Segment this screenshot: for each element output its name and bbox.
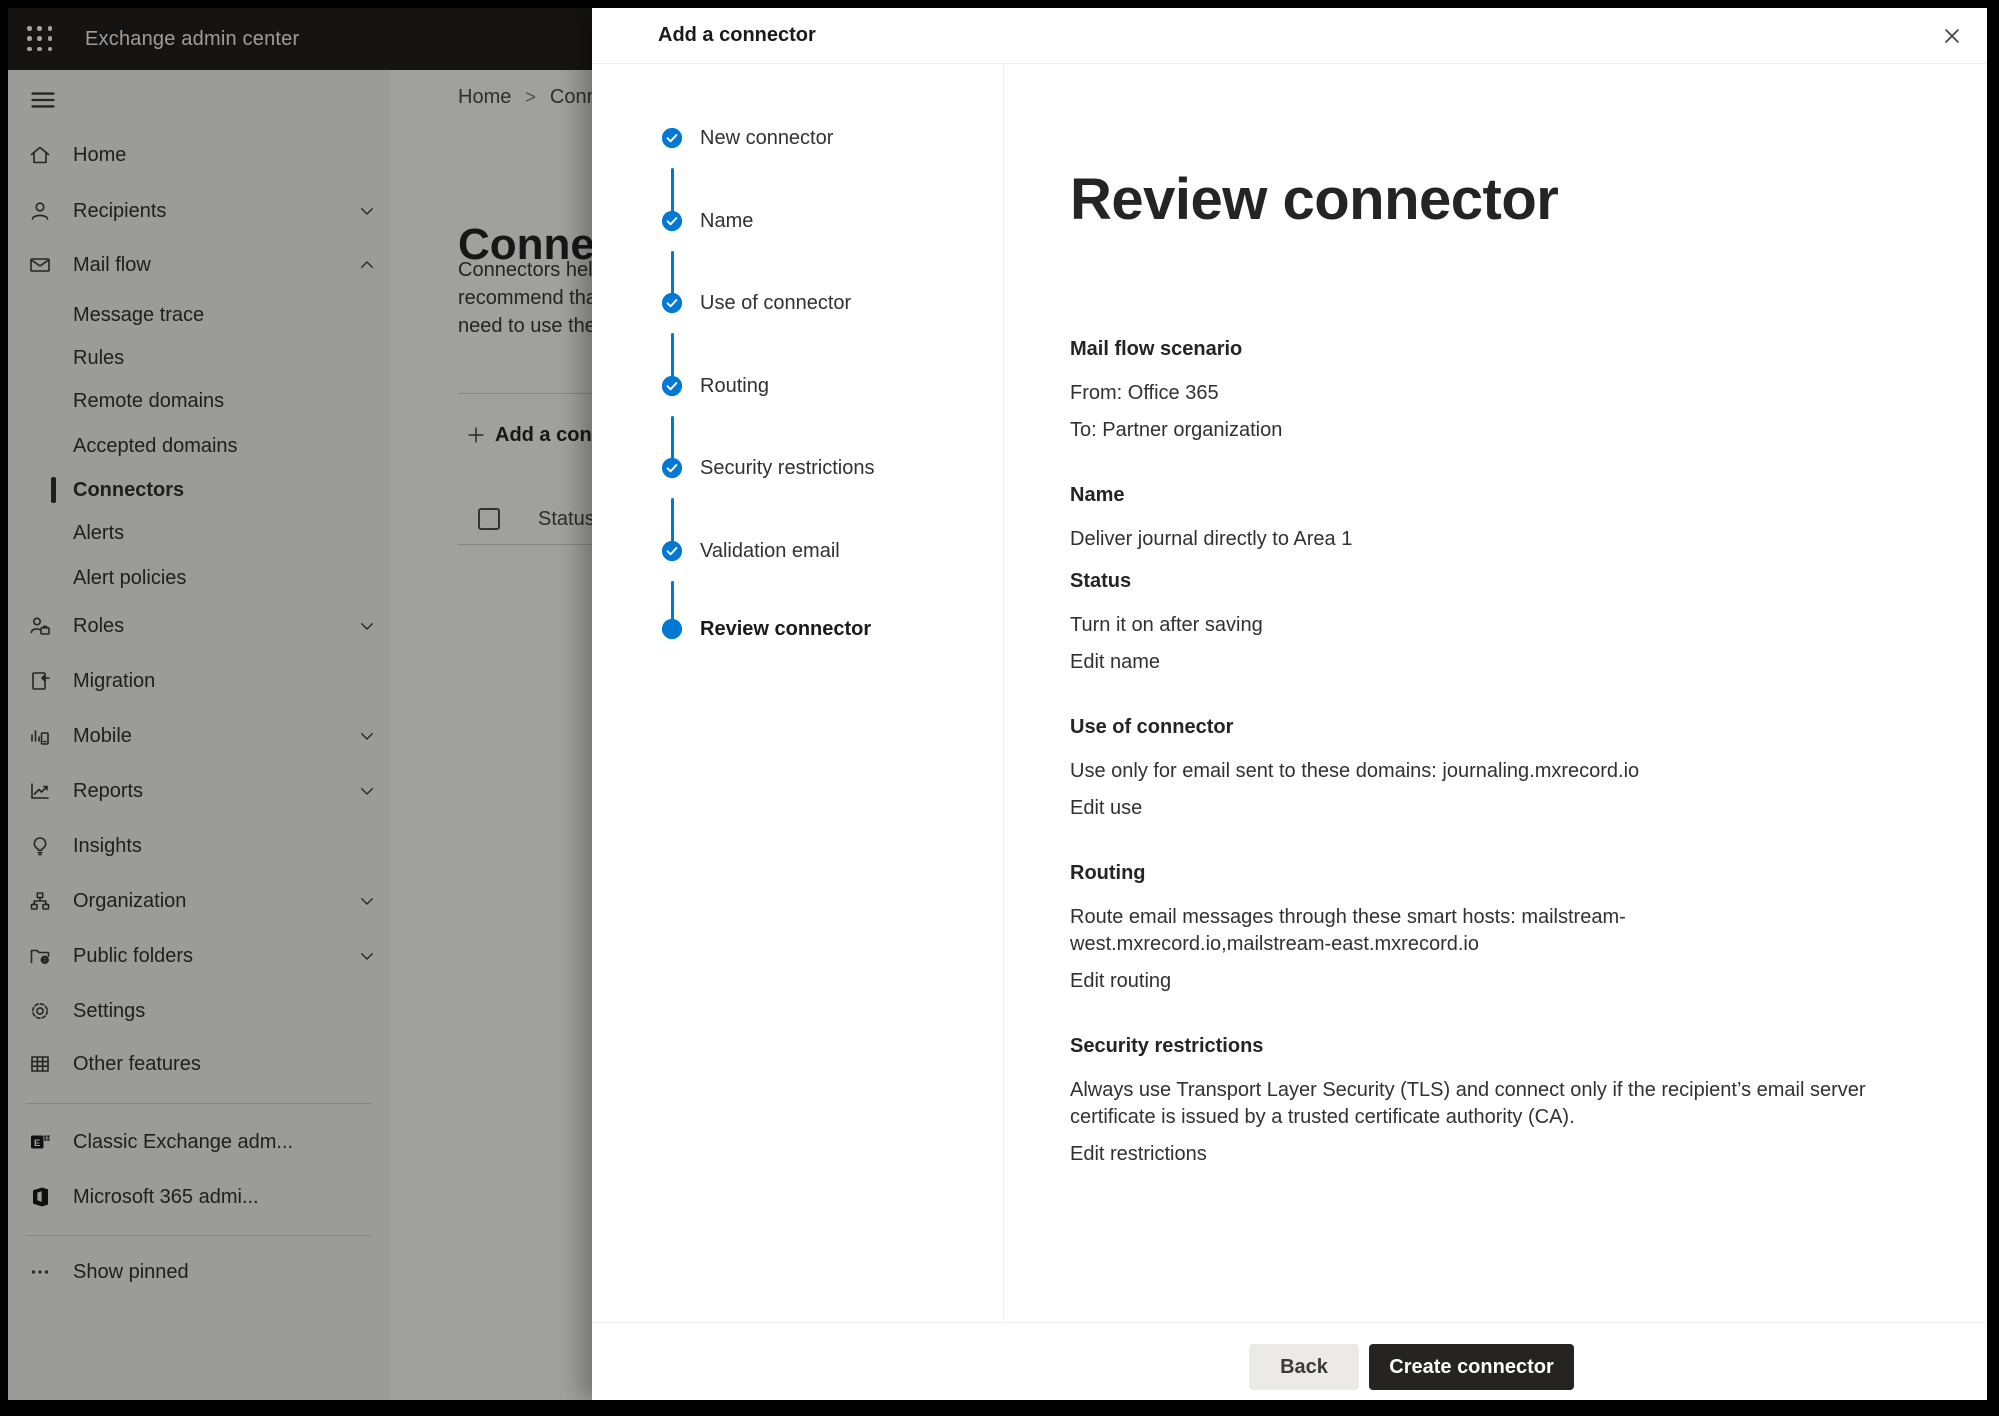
- step-name[interactable]: Name: [592, 206, 1003, 236]
- section-line: Deliver journal directly to Area 1: [1070, 526, 1870, 553]
- section-subheading: Status: [1070, 568, 1870, 595]
- step-complete-icon: [661, 292, 683, 314]
- step-complete-icon: [661, 127, 683, 149]
- section-heading: Name: [1070, 482, 1870, 509]
- add-connector-dialog: Add a connector New connector Name Use o…: [592, 8, 1987, 1400]
- step-complete-icon: [661, 457, 683, 479]
- section-heading: Use of connector: [1070, 714, 1870, 741]
- section-routing: Routing Route email messages through the…: [1070, 860, 1870, 995]
- section-line: To: Partner organization: [1070, 417, 1870, 444]
- step-validation-email[interactable]: Validation email: [592, 536, 1003, 566]
- step-security-restrictions[interactable]: Security restrictions: [592, 453, 1003, 483]
- step-complete-icon: [661, 540, 683, 562]
- review-sections: Mail flow scenario From: Office 365 To: …: [1070, 336, 1870, 1206]
- section-line: From: Office 365: [1070, 380, 1870, 407]
- step-complete-icon: [661, 375, 683, 397]
- section-mail-flow-scenario: Mail flow scenario From: Office 365 To: …: [1070, 336, 1870, 444]
- edit-restrictions-link[interactable]: Edit restrictions: [1070, 1141, 1870, 1168]
- create-connector-button[interactable]: Create connector: [1369, 1344, 1574, 1390]
- section-heading: Routing: [1070, 860, 1870, 887]
- review-heading: Review connector: [1070, 166, 1558, 233]
- section-heading: Mail flow scenario: [1070, 336, 1870, 363]
- dialog-footer: Back Create connector: [592, 1322, 1987, 1400]
- app-frame: Exchange admin center Home Recipients Ma…: [8, 8, 1987, 1400]
- back-button[interactable]: Back: [1249, 1344, 1359, 1390]
- step-current-icon: [661, 618, 683, 640]
- dialog-title: Add a connector: [658, 24, 816, 47]
- edit-routing-link[interactable]: Edit routing: [1070, 968, 1870, 995]
- section-line: Turn it on after saving: [1070, 612, 1870, 639]
- edit-name-link[interactable]: Edit name: [1070, 649, 1870, 676]
- edit-use-link[interactable]: Edit use: [1070, 795, 1870, 822]
- section-security-restrictions: Security restrictions Always use Transpo…: [1070, 1033, 1870, 1168]
- step-complete-icon: [661, 210, 683, 232]
- step-routing[interactable]: Routing: [592, 371, 1003, 401]
- section-line: Always use Transport Layer Security (TLS…: [1070, 1077, 1870, 1131]
- step-new-connector[interactable]: New connector: [592, 123, 1003, 153]
- section-name: Name Deliver journal directly to Area 1 …: [1070, 482, 1870, 676]
- section-use-of-connector: Use of connector Use only for email sent…: [1070, 714, 1870, 822]
- section-heading: Security restrictions: [1070, 1033, 1870, 1060]
- dialog-header: Add a connector: [592, 8, 1987, 64]
- step-review-connector[interactable]: Review connector: [592, 614, 1003, 644]
- section-line: Route email messages through these smart…: [1070, 904, 1870, 958]
- step-use-of-connector[interactable]: Use of connector: [592, 288, 1003, 318]
- close-icon[interactable]: [1937, 21, 1967, 51]
- wizard-stepper: New connector Name Use of connector Rout…: [592, 64, 1004, 1322]
- section-line: Use only for email sent to these domains…: [1070, 758, 1870, 785]
